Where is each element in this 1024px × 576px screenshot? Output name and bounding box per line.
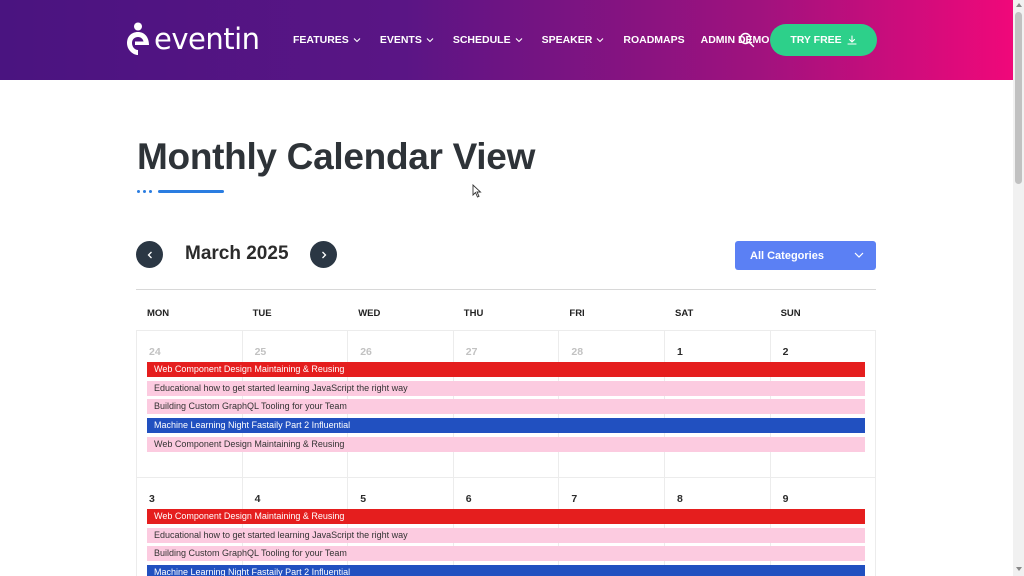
event-bar[interactable]: Web Component Design Maintaining & Reusi… [147,362,865,377]
day-header-mon: MON [147,308,170,319]
day-header-fri: FRI [569,308,585,319]
nav-item-label: SPEAKER [541,34,593,46]
logo-mark-icon [127,22,149,55]
calendar-date[interactable]: 25 [255,346,267,358]
calendar-date[interactable]: 2 [783,346,789,358]
calendar-date[interactable]: 8 [677,493,683,505]
event-bar[interactable]: Building Custom GraphQL Tooling for your… [147,546,865,562]
underline-bar [158,190,224,193]
scrollbar-thumb[interactable] [1015,12,1022,184]
calendar-date[interactable]: 24 [149,346,161,358]
week-row-border [136,330,876,331]
day-header-sun: SUN [780,308,801,319]
calendar-date[interactable]: 1 [677,346,683,358]
chevron-down-icon [596,38,604,43]
event-bar[interactable]: Educational how to get started learning … [147,380,865,396]
try-free-label: TRY FREE [790,34,842,46]
chevron-down-icon [353,38,361,43]
day-header-wed: WED [358,308,381,319]
event-bar[interactable]: Machine Learning Night Fastaily Part 2 I… [147,565,865,576]
day-column-border [136,330,137,477]
event-bar[interactable]: Web Component Design Maintaining & Reusi… [147,436,865,452]
chevron-down-icon [515,38,522,43]
day-header-tue: TUE [252,308,272,319]
category-select[interactable]: All Categories [735,241,876,270]
page-title: Monthly Calendar View [137,136,536,177]
next-month-button[interactable] [310,241,337,268]
calendar-date[interactable]: 4 [255,493,261,505]
calendar-date[interactable]: 27 [466,346,478,358]
nav-item-features[interactable]: FEATURES [293,30,361,50]
nav-item-schedule[interactable]: SCHEDULE [453,30,523,50]
nav-item-roadmaps[interactable]: ROADMAPS [623,30,684,50]
calendar-date[interactable]: 3 [149,493,155,505]
day-column-border [875,330,876,477]
search-icon[interactable] [739,32,755,48]
eventin-logo[interactable]: eventin [126,22,260,56]
nav-item-label: FEATURES [293,34,349,46]
nav-item-label: ROADMAPS [623,34,685,46]
calendar-date[interactable]: 26 [360,346,372,358]
current-month-label: March 2025 [185,243,289,264]
day-column-border [875,477,876,576]
event-bar[interactable]: Web Component Design Maintaining & Reusi… [147,509,865,524]
event-bar[interactable]: Machine Learning Night Fastaily Part 2 I… [147,418,865,434]
chevron-left-icon [147,251,152,258]
underline-dot [143,190,146,193]
download-icon [847,35,857,45]
site-header: eventin FEATURES EVENTS SCHEDULE SPEAKER ROA… [0,0,1013,80]
calendar-date[interactable]: 28 [571,346,583,358]
event-bar[interactable]: Building Custom GraphQL Tooling for your… [147,399,865,415]
calendar-date[interactable]: 9 [783,493,789,505]
title-underline [137,190,224,193]
calendar-date[interactable]: 7 [571,493,577,505]
event-bar[interactable]: Educational how to get started learning … [147,527,865,543]
day-column-border [136,477,137,576]
day-header-thu: THU [463,308,484,319]
nav-item-label: EVENTS [379,34,422,46]
nav-item-speaker[interactable]: SPEAKER [542,30,605,50]
nav-item-label: SCHEDULE [452,34,511,46]
underline-dot [149,190,152,193]
category-select-value: All Categories [750,249,824,262]
logo-text: eventin [154,22,260,56]
nav-item-events[interactable]: EVENTS [380,30,434,50]
chevron-right-icon [321,251,326,258]
calendar-date[interactable]: 5 [360,493,366,505]
underline-dot [137,190,140,193]
try-free-button[interactable]: TRY FREE [770,24,877,56]
scroll-up-icon[interactable] [1016,3,1022,7]
nav-item-label: ADMIN DEMO [700,34,770,46]
mouse-cursor-icon [472,184,482,198]
scroll-down-icon[interactable] [1016,567,1022,571]
day-header-sat: SAT [675,308,694,319]
chevron-down-icon [854,252,864,258]
main-nav: FEATURES EVENTS SCHEDULE SPEAKER ROADMAPS ADM… [293,30,769,50]
chevron-down-icon [426,38,434,43]
week-row-border [136,477,876,478]
calendar-top-border [136,289,876,290]
page-scrollbar[interactable] [1013,0,1024,576]
nav-item-admin-demo[interactable]: ADMIN DEMO [701,30,770,50]
calendar-date[interactable]: 6 [466,493,472,505]
prev-month-button[interactable] [136,241,163,268]
